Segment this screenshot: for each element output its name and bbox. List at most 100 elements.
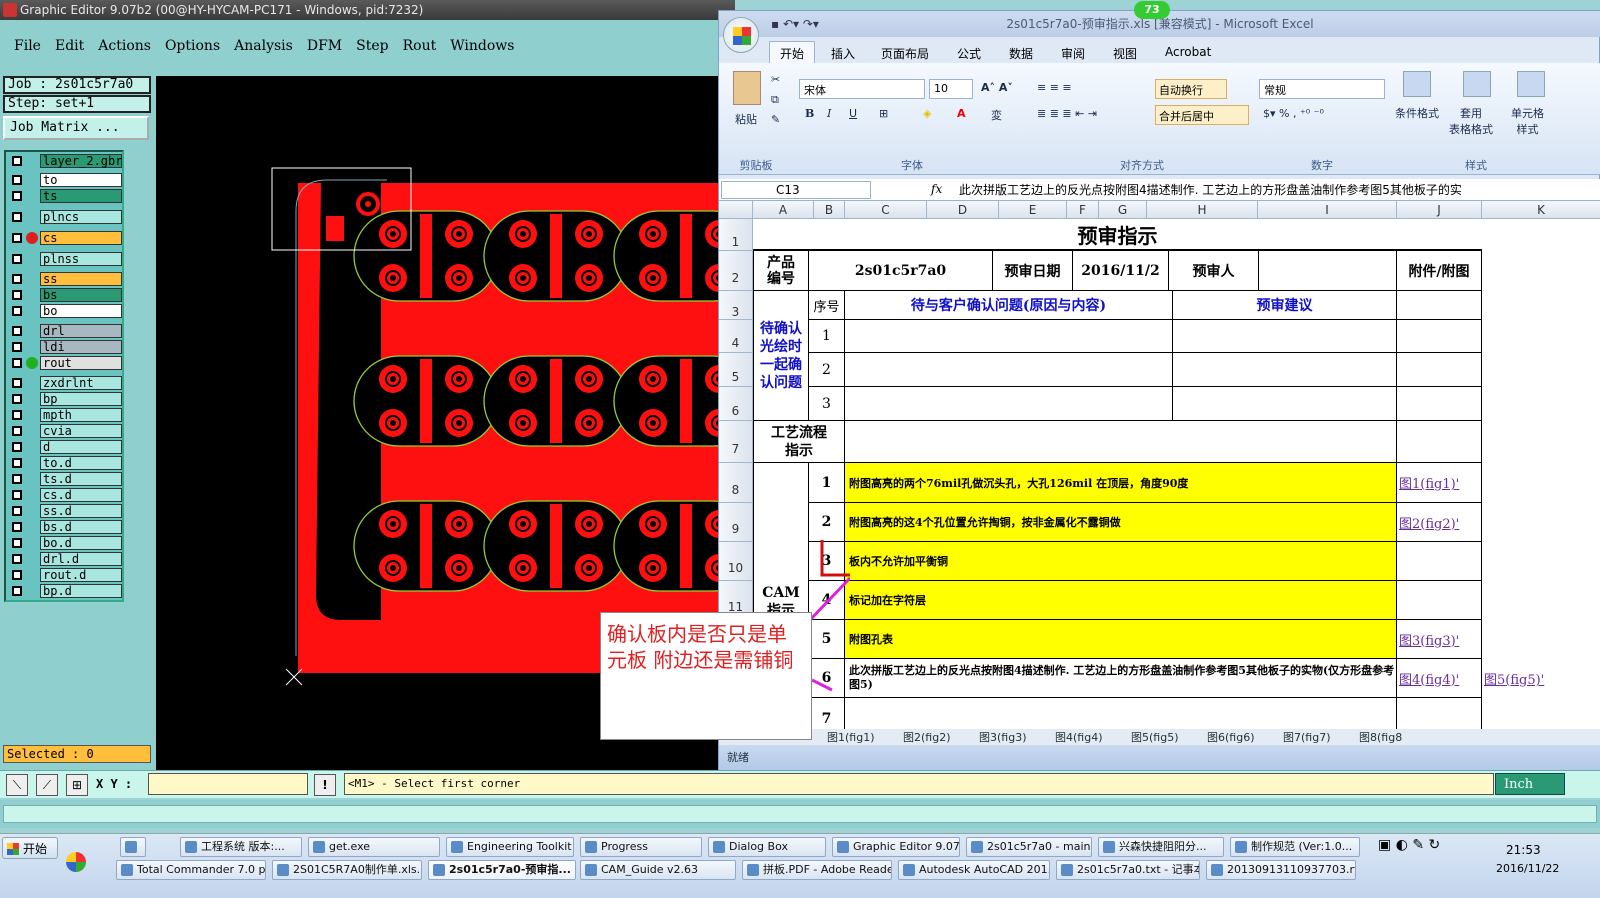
taskbar-button[interactable]: 工程系统 版本:... bbox=[180, 837, 302, 857]
cam-item-text[interactable]: 此次拼版工艺边上的反光点按附图4描述制作. 工艺边上的方形盘盖油制作参考图5其他… bbox=[845, 659, 1397, 698]
cam-item-text[interactable]: 附图高亮的两个76mil孔做沉头孔，大孔126mil 在顶层，角度90度 bbox=[845, 463, 1397, 503]
question-number[interactable]: 2 bbox=[809, 353, 845, 387]
question-cell[interactable] bbox=[845, 387, 1173, 421]
taskbar-button[interactable]: 20130913110937703.rt... bbox=[1206, 860, 1356, 880]
attachment-link[interactable]: 图3(fig3)' bbox=[1397, 620, 1482, 659]
taskbar-button[interactable] bbox=[120, 837, 146, 857]
save-icon[interactable]: ▪ bbox=[771, 17, 779, 31]
tray-network-icon[interactable]: ▣ bbox=[1378, 837, 1391, 853]
layer-name[interactable]: to.d bbox=[40, 456, 122, 470]
layer-checkbox[interactable] bbox=[12, 191, 22, 201]
tray-volume-icon[interactable]: ◐ bbox=[1396, 837, 1408, 853]
attachment-link[interactable] bbox=[1397, 542, 1482, 581]
layer-name[interactable]: cs.d bbox=[40, 488, 122, 502]
layer-name[interactable]: plncs bbox=[40, 210, 122, 224]
paste-button[interactable]: 粘贴 bbox=[735, 111, 757, 127]
underline-icon[interactable]: U bbox=[849, 107, 857, 120]
attachment-link[interactable]: 图4(fig4)' bbox=[1397, 659, 1482, 698]
taskbar-button[interactable]: get.exe bbox=[308, 837, 440, 857]
table-format-button[interactable]: 套用 表格格式 bbox=[1449, 105, 1493, 137]
xy-input[interactable] bbox=[148, 773, 308, 795]
layer-row[interactable]: to bbox=[6, 173, 123, 187]
cell-style-icon[interactable] bbox=[1517, 71, 1545, 97]
column-header[interactable]: B bbox=[814, 201, 845, 219]
layer-name[interactable]: plnss bbox=[40, 252, 122, 266]
layer-name[interactable]: cvia bbox=[40, 424, 122, 438]
layer-row[interactable]: cs bbox=[6, 231, 123, 245]
paste-icon[interactable] bbox=[733, 71, 761, 105]
copy-icon[interactable]: ⧉ bbox=[771, 93, 779, 107]
layer-checkbox[interactable] bbox=[12, 554, 22, 564]
layer-checkbox[interactable] bbox=[12, 410, 22, 420]
menu-file[interactable]: File bbox=[14, 38, 41, 54]
layer-row[interactable]: cs.d bbox=[6, 488, 123, 502]
taskbar-button[interactable]: 兴森快捷阻阳分... bbox=[1098, 837, 1224, 857]
layer-name[interactable]: rout.d bbox=[40, 568, 122, 582]
row-header[interactable]: 8 bbox=[719, 463, 753, 503]
layer-name[interactable]: ss bbox=[40, 272, 122, 286]
column-header[interactable]: K bbox=[1482, 201, 1600, 219]
taskbar-button[interactable]: Dialog Box bbox=[708, 837, 826, 857]
layer-name[interactable]: bo.d bbox=[40, 536, 122, 550]
issue-header[interactable]: 待与客户确认问题(原因与内容) bbox=[845, 291, 1173, 320]
cam-item-number[interactable]: 2 bbox=[809, 503, 845, 542]
layer-row[interactable]: drl.d bbox=[6, 552, 123, 566]
attach-cell[interactable] bbox=[1397, 353, 1482, 387]
cond-format-icon[interactable] bbox=[1403, 71, 1431, 97]
fill-color-icon[interactable]: ◈ bbox=[923, 107, 931, 120]
grid-icon[interactable]: ⊞ bbox=[66, 774, 88, 796]
layer-checkbox[interactable] bbox=[12, 586, 22, 596]
sheet-tab[interactable]: 图8(fig8 bbox=[1359, 729, 1402, 745]
units-toggle[interactable]: Inch bbox=[1495, 773, 1565, 795]
column-header[interactable]: C bbox=[845, 201, 927, 219]
layer-checkbox[interactable] bbox=[12, 394, 22, 404]
grow-font-icon[interactable]: A˄ A˅ bbox=[981, 81, 1013, 94]
taskbar-button[interactable]: 2S01C5R7A0制作单.xls... bbox=[272, 860, 422, 880]
layer-row[interactable]: ss.d bbox=[6, 504, 123, 518]
layer-checkbox[interactable] bbox=[12, 490, 22, 500]
layer-row[interactable]: rout bbox=[6, 356, 123, 370]
taskbar-button[interactable]: 2s01c5r7a0 - main... bbox=[966, 837, 1092, 857]
table-format-icon[interactable] bbox=[1463, 71, 1491, 97]
sheet-tab[interactable]: 图1(fig1) bbox=[827, 729, 875, 745]
sheet-tab[interactable]: 图6(fig6) bbox=[1207, 729, 1255, 745]
menu-options[interactable]: Options bbox=[165, 38, 220, 54]
attachment-link[interactable] bbox=[1397, 581, 1482, 620]
cam-item-text[interactable]: 标记加在字符层 bbox=[845, 581, 1397, 620]
redo-icon[interactable]: ↷▾ bbox=[803, 17, 819, 31]
layer-checkbox[interactable] bbox=[12, 426, 22, 436]
cam-item-number[interactable]: 1 bbox=[809, 463, 845, 503]
number-format-select[interactable]: 常规 bbox=[1259, 79, 1385, 99]
row-header[interactable]: 5 bbox=[719, 353, 753, 387]
column-header[interactable]: I bbox=[1258, 201, 1397, 219]
layer-name[interactable]: zxdrlnt bbox=[40, 376, 122, 390]
align-top-icon[interactable]: ≡ ≡ ≡ bbox=[1037, 81, 1072, 94]
layer-row[interactable]: ldi bbox=[6, 340, 123, 354]
attach-cell[interactable] bbox=[1397, 320, 1482, 353]
question-cell[interactable] bbox=[845, 320, 1173, 353]
layer-name[interactable]: drl bbox=[40, 324, 122, 338]
layer-row[interactable]: plnss bbox=[6, 252, 123, 266]
phonetic-icon[interactable]: 変 bbox=[991, 107, 1002, 123]
layer-name[interactable]: bs bbox=[40, 288, 122, 302]
layer-name[interactable]: rout bbox=[40, 356, 122, 370]
layer-checkbox[interactable] bbox=[12, 378, 22, 388]
layer-checkbox[interactable] bbox=[12, 506, 22, 516]
italic-icon[interactable]: I bbox=[827, 107, 831, 120]
layer-name[interactable]: ts bbox=[40, 189, 122, 203]
quick-launch-icon[interactable] bbox=[66, 852, 86, 872]
layer-row[interactable]: ts bbox=[6, 189, 123, 203]
column-header[interactable]: J bbox=[1397, 201, 1482, 219]
row-header[interactable]: 9 bbox=[719, 503, 753, 542]
layer-name[interactable]: bs.d bbox=[40, 520, 122, 534]
column-header[interactable]: E bbox=[999, 201, 1067, 219]
taskbar-button[interactable]: 拼板.PDF - Adobe Reader bbox=[742, 860, 892, 880]
row-header[interactable]: 2 bbox=[719, 251, 753, 291]
layer-row[interactable]: ts.d bbox=[6, 472, 123, 486]
sheet-tab[interactable]: 图3(fig3) bbox=[979, 729, 1027, 745]
layer-row[interactable]: d bbox=[6, 440, 123, 454]
layer-name[interactable]: bp bbox=[40, 392, 122, 406]
select-all-corner[interactable] bbox=[719, 201, 753, 219]
layer-checkbox[interactable] bbox=[12, 156, 22, 166]
layer-name[interactable]: ss.d bbox=[40, 504, 122, 518]
